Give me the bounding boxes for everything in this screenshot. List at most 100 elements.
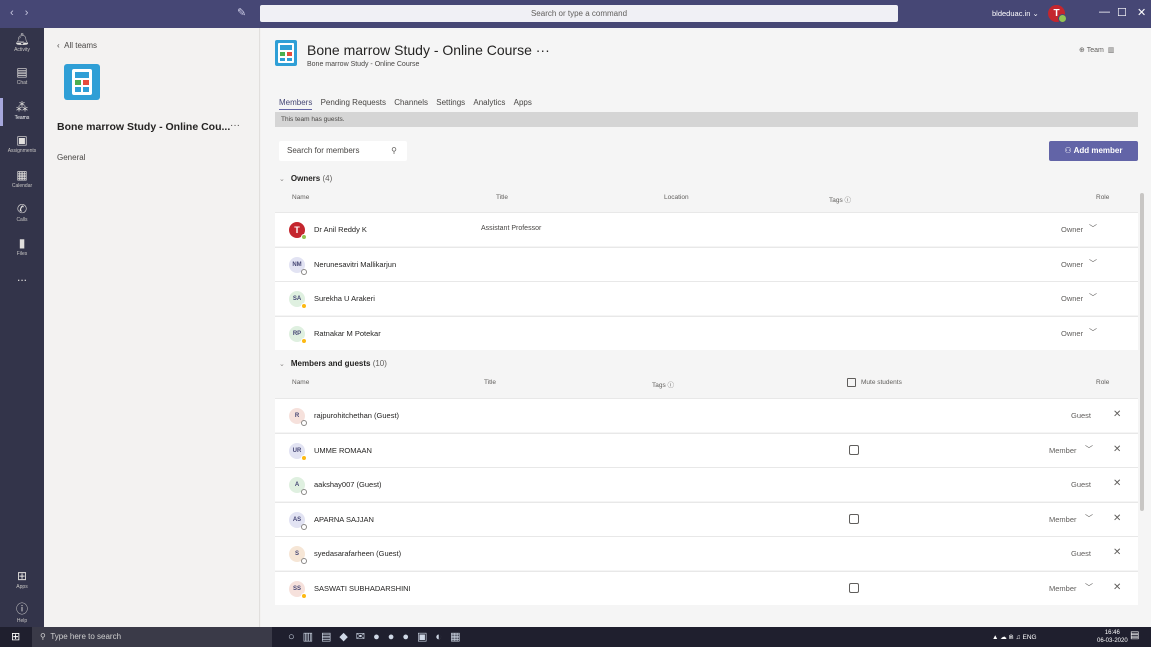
search-members-input[interactable]: Search for members ⚲: [279, 141, 407, 161]
new-chat-icon[interactable]: ✎: [237, 6, 246, 19]
rail-teams[interactable]: ⁂ Teams: [0, 96, 44, 132]
guest-banner: This team has guests.: [275, 112, 1138, 127]
add-member-button[interactable]: ⚇ Add member: [1049, 141, 1138, 161]
chevron-down-icon[interactable]: ﹀: [1089, 292, 1097, 303]
app-rail: 🔔︎ Activity ▤ Chat ⁂ Teams ▣ Assignments ▦ Ca…: [0, 28, 44, 627]
mute-students-checkbox[interactable]: [847, 378, 856, 387]
main-content: Bone marrow Study - Online Course ··· Bo…: [261, 28, 1151, 627]
mute-checkbox[interactable]: [849, 513, 859, 524]
apps-icon: ⊞: [16, 569, 28, 583]
chevron-down-icon[interactable]: ﹀: [1089, 327, 1097, 338]
minimize-icon[interactable]: —: [1099, 6, 1110, 18]
col-role: Role: [1096, 379, 1110, 386]
windows-start-icon[interactable]: ⊞: [11, 630, 20, 643]
account-switcher[interactable]: bldeduac.in ⌄: [992, 9, 1039, 18]
chevron-down-icon[interactable]: ﹀: [1085, 582, 1093, 593]
close-icon[interactable]: ✕: [1137, 6, 1146, 19]
rail-files[interactable]: ▮ Files: [0, 232, 44, 268]
tab-channels[interactable]: Channels: [394, 98, 428, 107]
back-forward-arrows-icon[interactable]: ‹ ›: [10, 7, 32, 19]
remove-member-icon[interactable]: ✕: [1113, 478, 1121, 489]
tab-analytics[interactable]: Analytics: [473, 98, 505, 107]
role-label[interactable]: Member: [1049, 446, 1077, 455]
tab-settings[interactable]: Settings: [436, 98, 465, 107]
remove-member-icon[interactable]: ✕: [1113, 582, 1121, 593]
role-label: Guest: [1071, 480, 1092, 489]
col-role: Role: [1096, 194, 1110, 201]
role-label[interactable]: Owner: [1061, 260, 1083, 269]
table-row[interactable]: T Dr Anil Reddy K Assistant Professor Owner…: [275, 212, 1138, 246]
table-row[interactable]: SA Surekha U Arakeri Owner ﹀: [275, 281, 1138, 315]
team-info-button[interactable]: ⊕ Team ▥: [1079, 46, 1114, 54]
system-tray[interactable]: ▲ ☁ ⋒ ♫ ENG: [992, 633, 1037, 641]
calendar-icon: ▦: [16, 168, 28, 182]
table-row[interactable]: Aaakshay007 (Guest) Guest ✕: [275, 467, 1138, 501]
rail-activity[interactable]: 🔔︎ Activity: [0, 28, 44, 64]
taskbar-search-input[interactable]: ⚲ Type here to search: [32, 627, 272, 647]
member-name: aakshay007 (Guest): [314, 480, 382, 489]
profile-avatar[interactable]: T: [1048, 5, 1067, 23]
tab-apps[interactable]: Apps: [514, 98, 532, 107]
table-row[interactable]: SS SASWATI SUBHADARSHINI Member ﹀ ✕: [275, 570, 1138, 605]
chevron-down-icon[interactable]: ﹀: [1089, 223, 1097, 234]
remove-member-icon[interactable]: ✕: [1113, 547, 1121, 558]
col-name: Name: [292, 379, 310, 386]
tab-members[interactable]: Members: [279, 98, 313, 110]
rail-chat[interactable]: ▤ Chat: [0, 61, 44, 97]
table-row[interactable]: UR UMME ROMAAN Member ﹀ ✕: [275, 432, 1138, 467]
role-label[interactable]: Owner: [1061, 329, 1083, 338]
rail-assignments[interactable]: ▣ Assignments: [0, 129, 44, 165]
col-title: Title: [484, 379, 497, 386]
chevron-down-icon[interactable]: ﹀: [1089, 258, 1097, 269]
mute-checkbox[interactable]: [849, 444, 859, 455]
table-row[interactable]: Rrajpurohitchethan (Guest) Guest ✕: [275, 398, 1138, 432]
presence-status-icon: [301, 489, 307, 495]
presence-status-icon: [301, 592, 307, 599]
rail-calendar[interactable]: ▦ Calendar: [0, 164, 44, 200]
role-label[interactable]: Owner: [1061, 225, 1083, 234]
team-panel: ‹ All teams Bone marrow Study - Online C…: [44, 28, 260, 627]
chevron-down-icon[interactable]: ﹀: [1085, 444, 1093, 455]
col-location: Location: [664, 194, 689, 201]
all-teams-link[interactable]: ‹ All teams: [57, 41, 97, 50]
tab-pending-requests[interactable]: Pending Requests: [321, 98, 386, 107]
add-person-icon: ⚇: [1064, 146, 1072, 155]
taskbar-pinned-apps-icon[interactable]: ○▥▤◆✉●●●▣◐▦: [288, 630, 468, 643]
table-row[interactable]: Ssyedasarafarheen (Guest) Guest ✕: [275, 536, 1138, 570]
scrollbar[interactable]: [1140, 193, 1144, 511]
command-search-input[interactable]: Search or type a command: [260, 5, 898, 22]
role-label[interactable]: Owner: [1061, 294, 1083, 303]
notifications-icon[interactable]: ▤: [1130, 630, 1139, 641]
rail-calls[interactable]: ✆ Calls: [0, 198, 44, 234]
owners-section-header[interactable]: ⌄ Owners (4): [279, 174, 332, 183]
mute-checkbox[interactable]: [849, 582, 859, 593]
windows-taskbar: ⊞ ⚲ Type here to search ○▥▤◆✉●●●▣◐▦ ▲ ☁ …: [0, 627, 1151, 647]
bell-icon: 🔔︎: [14, 32, 30, 46]
team-more-options[interactable]: ···: [230, 120, 240, 131]
assignments-icon: ▣: [16, 133, 28, 147]
chevron-down-icon[interactable]: ﹀: [1085, 513, 1093, 524]
team-logo-small: [275, 40, 297, 66]
member-name: UMME ROMAAN: [314, 445, 372, 455]
remove-member-icon[interactable]: ✕: [1113, 444, 1121, 455]
channel-general[interactable]: General: [57, 153, 85, 162]
role-label[interactable]: Member: [1049, 515, 1077, 524]
chevron-down-icon: ⌄: [279, 361, 285, 368]
rail-more[interactable]: ...: [0, 266, 44, 302]
chat-icon: ▤: [16, 65, 28, 79]
clock[interactable]: 16:46 06-03-2020: [1097, 629, 1128, 645]
phone-icon: ✆: [16, 202, 28, 216]
remove-member-icon[interactable]: ✕: [1113, 513, 1121, 524]
col-tags: Tags ⓘ: [829, 197, 852, 204]
table-row[interactable]: NM Nerunesavitri Mallikarjun Owner ﹀: [275, 246, 1138, 281]
members-section-header[interactable]: ⌄ Members and guests (10): [279, 359, 387, 368]
remove-member-icon[interactable]: ✕: [1113, 409, 1121, 420]
table-row[interactable]: AS APARNA SAJJAN Member ﹀ ✕: [275, 501, 1138, 536]
maximize-icon[interactable]: ☐: [1117, 6, 1127, 19]
presence-status-icon: [301, 337, 307, 344]
presence-status-icon: [301, 420, 307, 426]
table-row[interactable]: RP Ratnakar M Potekar Owner ﹀: [275, 315, 1138, 350]
team-name[interactable]: Bone marrow Study - Online Cou...: [57, 121, 230, 133]
member-name: syedasarafarheen (Guest): [314, 549, 402, 558]
role-label[interactable]: Member: [1049, 584, 1077, 593]
